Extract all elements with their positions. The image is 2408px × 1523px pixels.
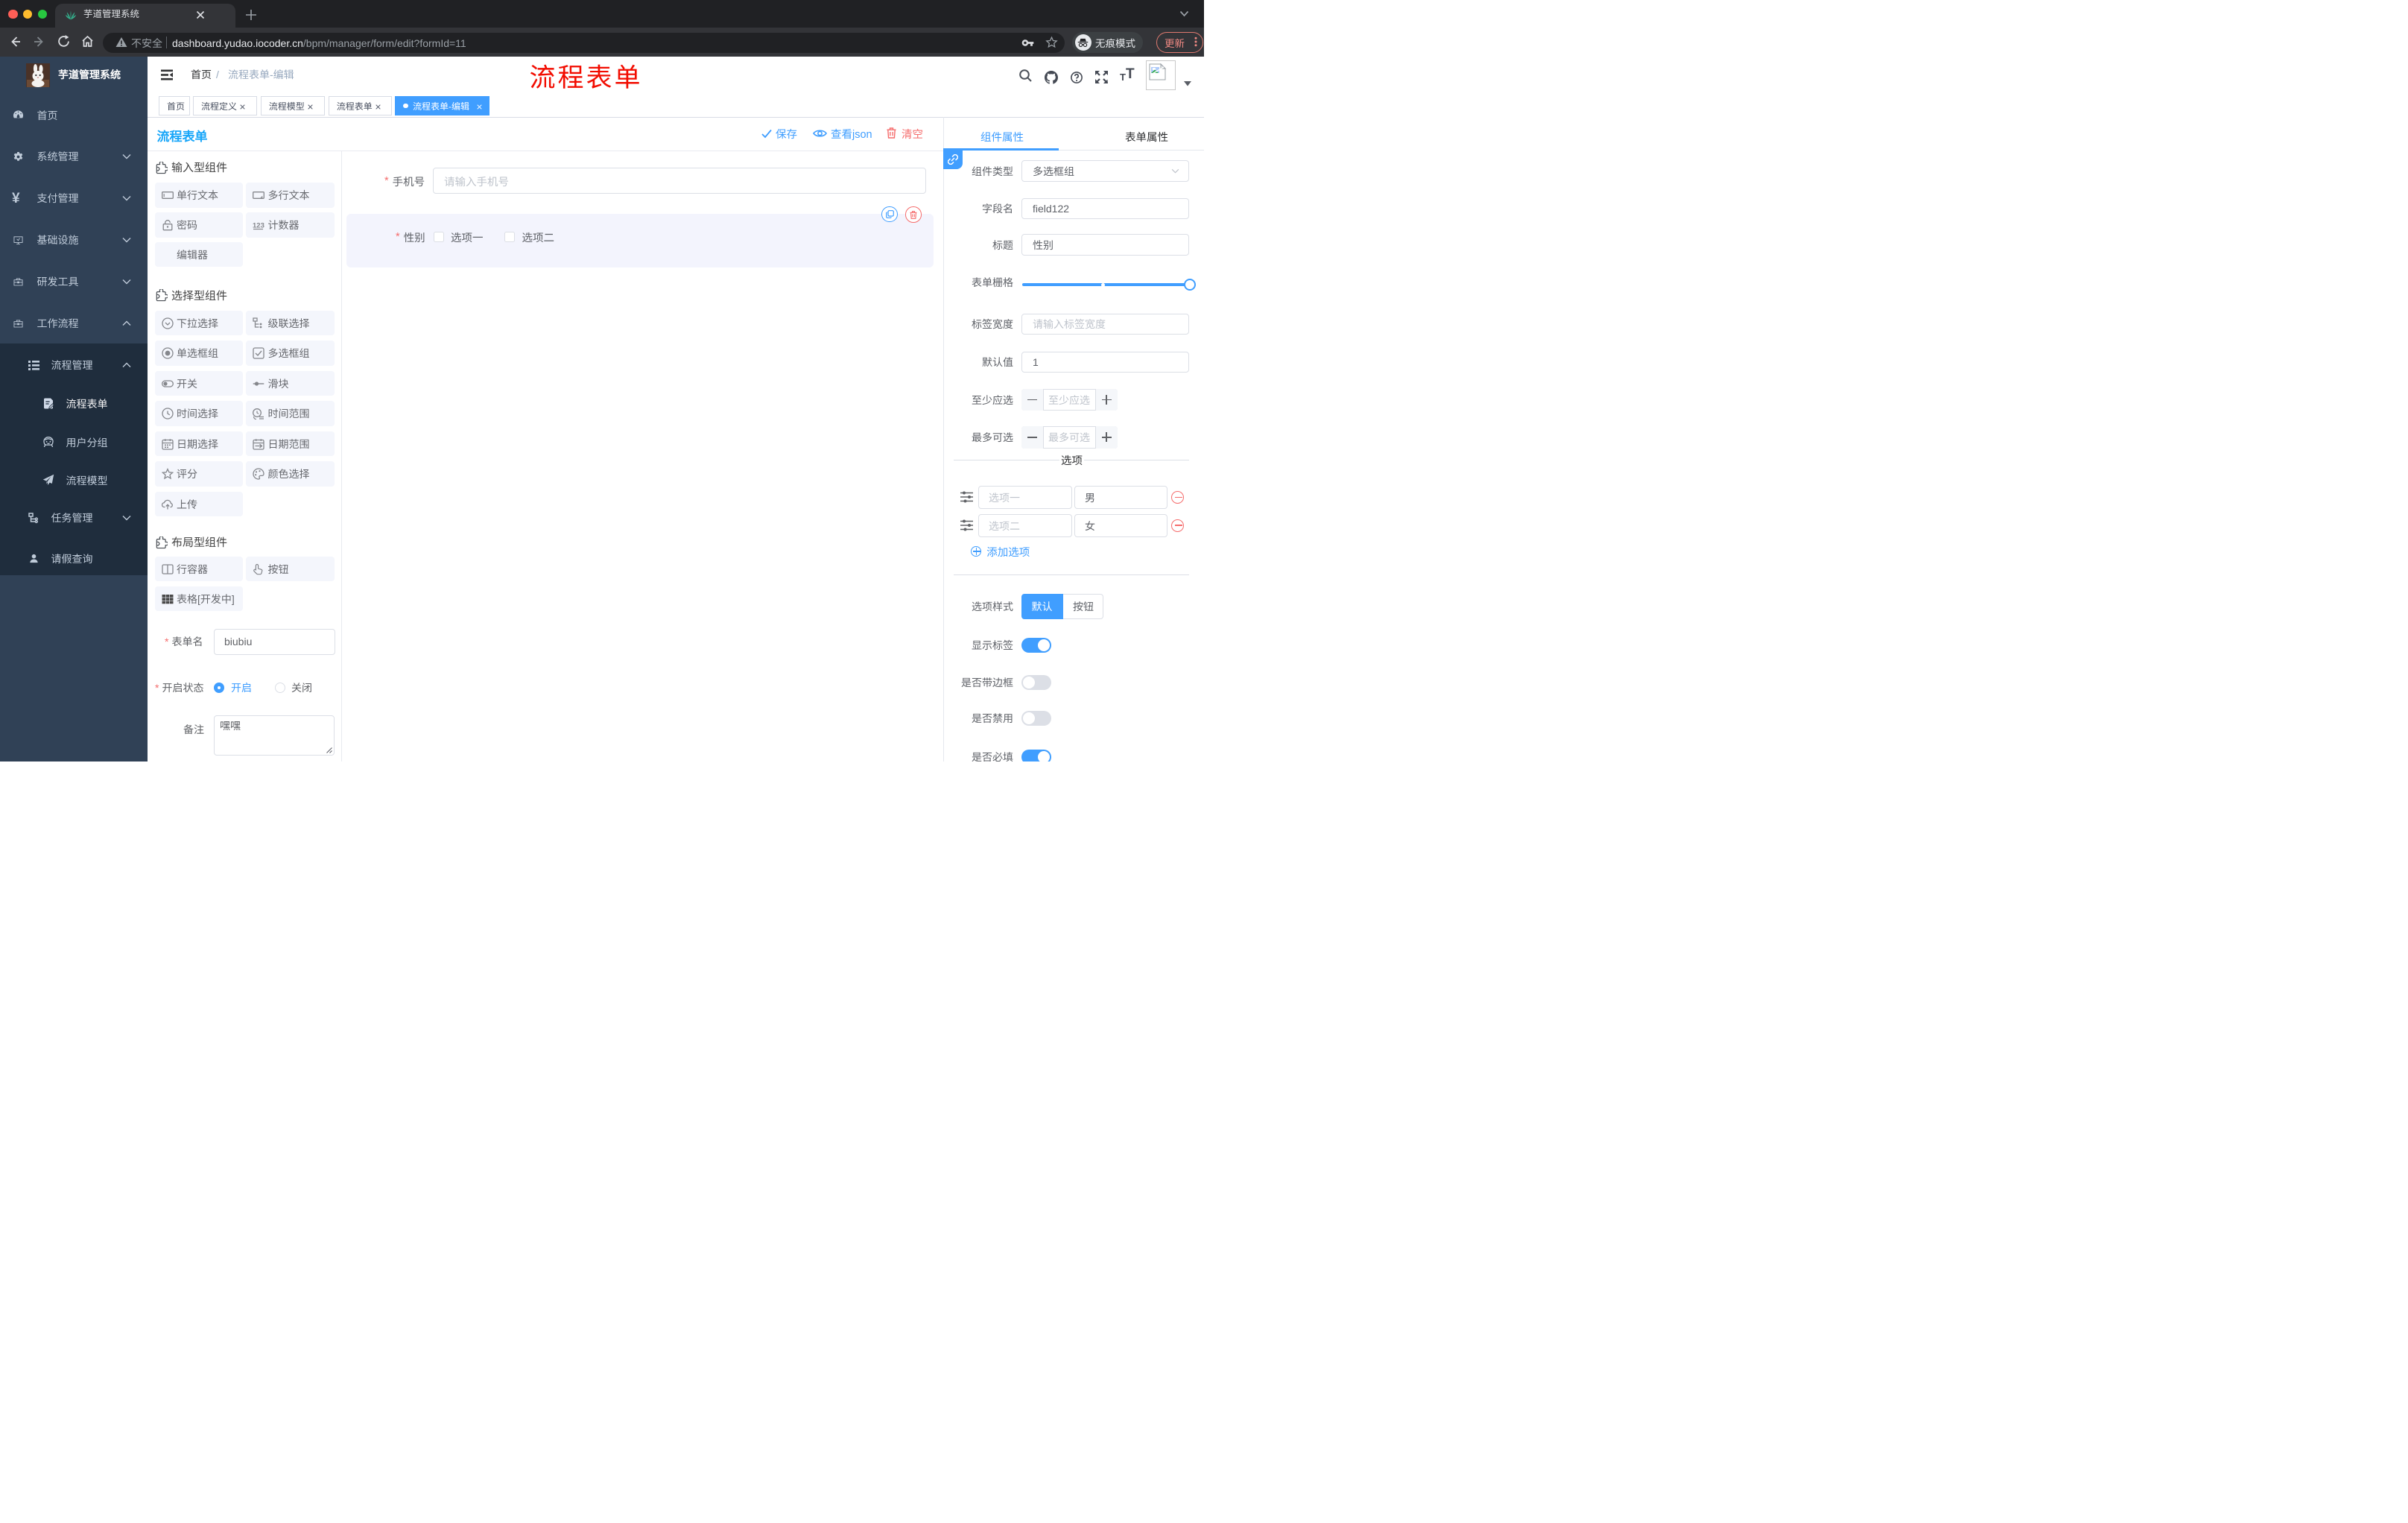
svg-text:123: 123 bbox=[253, 222, 264, 230]
